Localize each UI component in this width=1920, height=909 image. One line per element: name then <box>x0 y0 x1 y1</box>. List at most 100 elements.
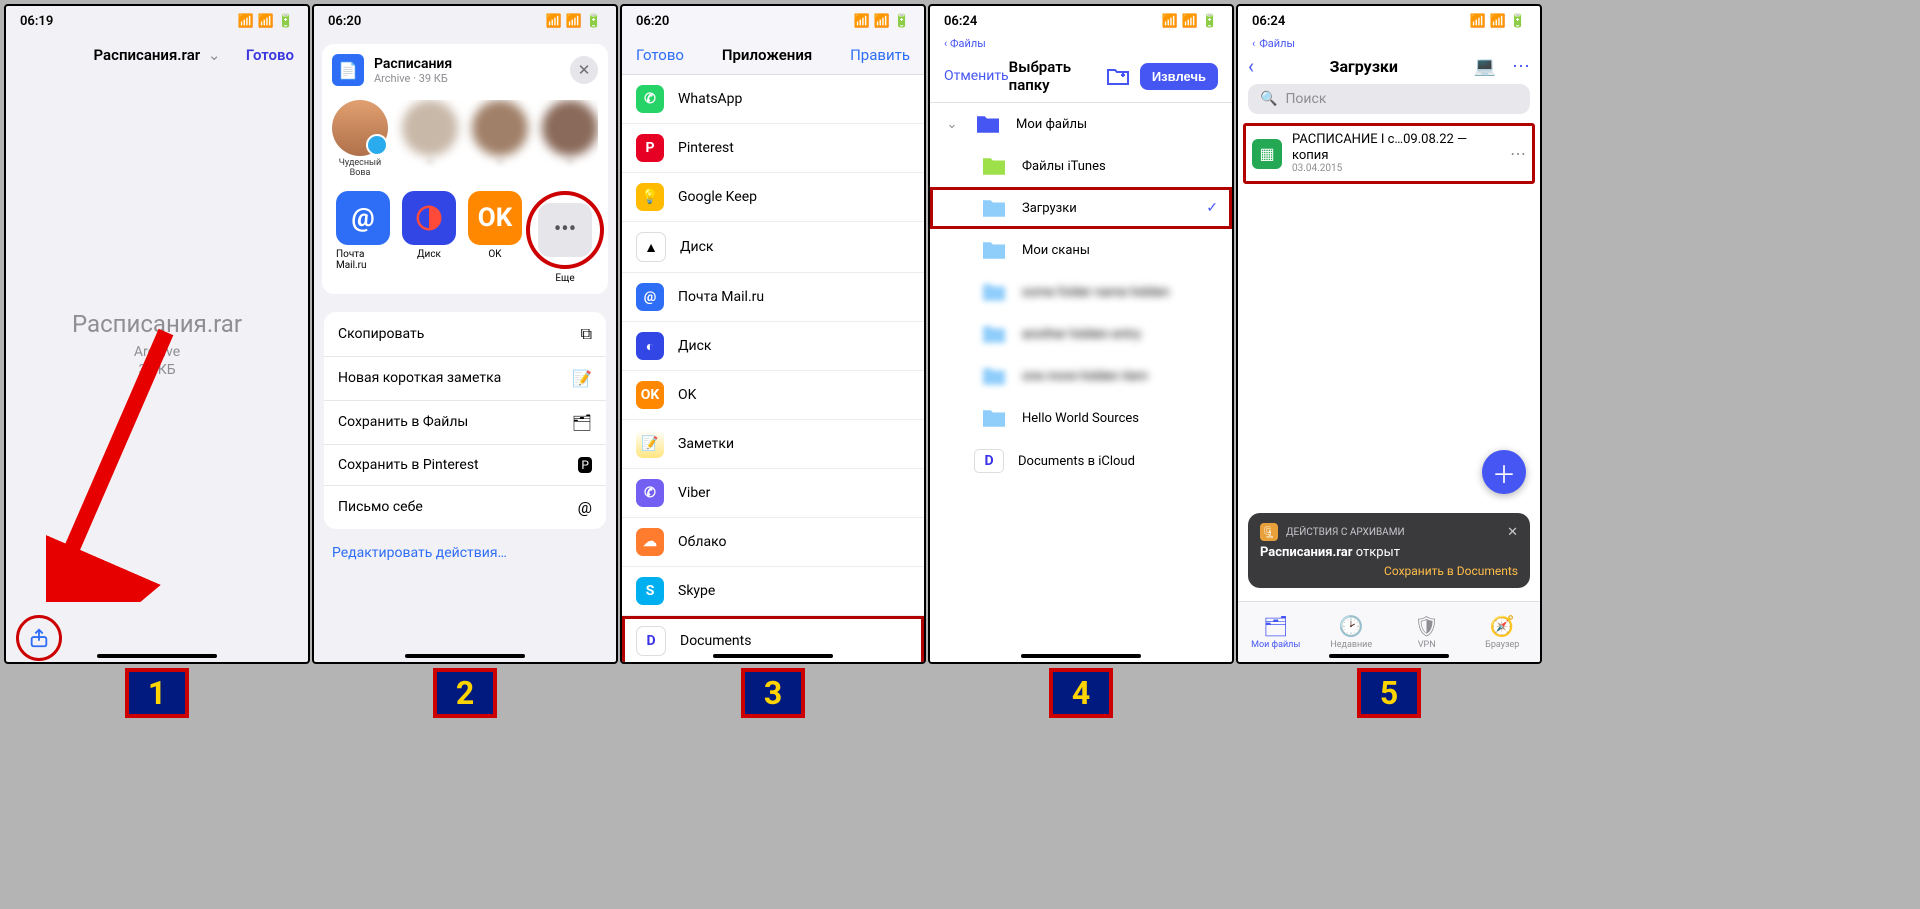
file-more-button[interactable]: ⋯ <box>1510 144 1526 163</box>
action-copy[interactable]: Скопировать⧉ <box>324 312 606 357</box>
compass-icon: 🧭 <box>1490 614 1515 638</box>
share-icon[interactable] <box>28 627 50 649</box>
check-icon: ✓ <box>1206 200 1218 216</box>
tab-bar: 🗂Мои файлы 🕑Недавние 🛡VPN 🧭Браузер <box>1238 601 1540 662</box>
more-icon[interactable]: ⋯ <box>1512 56 1530 77</box>
share-app-mail[interactable]: @Почта Mail.ru <box>336 191 390 271</box>
app-cloud[interactable]: ☁Облако <box>622 518 924 567</box>
action-note[interactable]: Новая короткая заметка📝 <box>324 357 606 401</box>
battery-icon: 🔋 <box>278 14 294 29</box>
folder-itunes[interactable]: Файлы iTunes <box>930 145 1232 187</box>
search-field[interactable]: 🔍 Поиск <box>1248 84 1530 114</box>
nav-title: Приложения <box>722 46 812 64</box>
phone-2: 06:20 📶📶🔋 📄 Расписания Archive · 39 КБ ✕… <box>312 4 618 722</box>
status-icons: 📶📶🔋 <box>853 14 910 29</box>
document-icon: 📄 <box>332 54 364 86</box>
file-name: РАСПИСАНИЕ I c…09.08.22 — копия <box>1292 132 1500 163</box>
app-mailru[interactable]: @Почта Mail.ru <box>622 273 924 322</box>
pinterest-icon: P <box>578 457 592 473</box>
add-button[interactable]: ＋ <box>1482 450 1526 494</box>
tab-recent[interactable]: 🕑Недавние <box>1314 602 1390 662</box>
contact-item[interactable]: Чудесный Вова <box>332 100 388 179</box>
cancel-button[interactable]: Отменить <box>944 68 1009 84</box>
shield-icon: 🛡 <box>1414 614 1439 638</box>
app-google-keep[interactable]: 💡Google Keep <box>622 173 924 222</box>
step-badge: 4 <box>1049 668 1113 718</box>
app-viber[interactable]: ✆Viber <box>622 469 924 518</box>
time-label: 06:20 <box>636 14 669 29</box>
folder-hello-world[interactable]: Hello World Sources <box>930 397 1232 439</box>
back-button[interactable]: ‹ <box>1248 54 1254 78</box>
tab-browser[interactable]: 🧭Браузер <box>1465 602 1541 662</box>
share-app-more[interactable]: ••• Еще <box>534 191 596 284</box>
action-save-files[interactable]: Сохранить в Файлы🗂 <box>324 401 606 445</box>
folder-hidden[interactable]: one more hidden item <box>930 355 1232 397</box>
folder-icon: 🗂 <box>572 413 592 432</box>
app-yandex-disk[interactable]: ◐Диск <box>622 322 924 371</box>
contact-item[interactable]: — <box>402 100 458 179</box>
tab-vpn[interactable]: 🛡VPN <box>1389 602 1465 662</box>
close-button[interactable]: ✕ <box>570 56 598 84</box>
breadcrumb[interactable]: ‹Файлы <box>1238 36 1540 50</box>
telegram-badge-icon <box>366 134 388 156</box>
search-icon: 🔍 <box>1260 91 1277 107</box>
contact-item[interactable]: — <box>472 100 528 179</box>
status-bar: 06:20 📶📶🔋 <box>314 6 616 36</box>
folder-downloads[interactable]: Загрузки✓ <box>930 187 1232 229</box>
laptop-icon[interactable]: 💻 <box>1474 56 1496 77</box>
new-folder-icon[interactable] <box>1106 66 1130 86</box>
status-bar: 06:24 📶📶🔋 <box>930 6 1232 36</box>
folder-hidden[interactable]: some folder name hidden <box>930 271 1232 313</box>
step-badge: 3 <box>741 668 805 718</box>
breadcrumb[interactable]: ‹ Файлы <box>930 36 1232 54</box>
contact-item[interactable]: — <box>542 100 598 179</box>
app-skype[interactable]: SSkype <box>622 567 924 616</box>
folder-icloud[interactable]: DDocuments в iCloud <box>930 439 1232 483</box>
toast-body: Расписания.rar открыт <box>1260 545 1518 560</box>
tab-files[interactable]: 🗂Мои файлы <box>1238 602 1314 662</box>
file-row[interactable]: ▦ РАСПИСАНИЕ I c…09.08.22 — копия 03.04.… <box>1244 124 1534 183</box>
done-button[interactable]: Готово <box>636 46 684 64</box>
at-icon: @ <box>578 498 592 517</box>
app-google-drive[interactable]: ▲Диск <box>622 222 924 273</box>
app-ok[interactable]: OKOK <box>622 371 924 420</box>
toast-close-button[interactable]: ✕ <box>1507 525 1518 540</box>
file-date: 03.04.2015 <box>1292 163 1500 175</box>
folder-hidden[interactable]: another hidden entry <box>930 313 1232 355</box>
toast-notification: 🗜 ДЕЙСТВИЯ С АРХИВАМИ ✕ Расписания.rar о… <box>1248 513 1530 588</box>
status-bar: 06:20 📶📶🔋 <box>622 6 924 36</box>
note-icon: 📝 <box>572 369 592 388</box>
status-icons: 📶📶🔋 <box>1161 14 1218 29</box>
status-icons: 📶📶🔋 <box>545 14 602 29</box>
phone-4: 06:24 📶📶🔋 ‹ Файлы Отменить Выбрать папку… <box>928 4 1234 722</box>
time-label: 06:19 <box>20 14 53 29</box>
status-bar: 06:24 📶📶🔋 <box>1238 6 1540 36</box>
annotation-arrow <box>46 322 186 606</box>
folder-scans[interactable]: Мои сканы <box>930 229 1232 271</box>
share-doc-sub: Archive · 39 КБ <box>374 72 560 85</box>
clock-icon: 🕑 <box>1339 614 1364 638</box>
edit-actions-link[interactable]: Редактировать действия… <box>314 539 616 575</box>
step-badge: 2 <box>433 668 497 718</box>
app-pinterest[interactable]: PPinterest <box>622 124 924 173</box>
chevron-down-icon[interactable]: ⌄ <box>208 46 221 64</box>
folder-root[interactable]: ⌄Мои файлы <box>930 103 1232 145</box>
app-notes[interactable]: 📝Заметки <box>622 420 924 469</box>
nav-title: Загрузки <box>1330 57 1398 76</box>
time-label: 06:24 <box>1252 14 1285 29</box>
share-app-disk[interactable]: Диск <box>402 191 456 260</box>
app-whatsapp[interactable]: ✆WhatsApp <box>622 75 924 124</box>
share-doc-name: Расписания <box>374 56 560 72</box>
action-save-pinterest[interactable]: Сохранить в PinterestP <box>324 445 606 486</box>
toast-action-link[interactable]: Сохранить в Documents <box>1260 564 1518 578</box>
done-button[interactable]: Готово <box>246 46 294 64</box>
action-mail-self[interactable]: Письмо себе@ <box>324 486 606 529</box>
phone-5: 06:24 📶📶🔋 ‹Файлы ‹ Загрузки 💻 ⋯ 🔍 Поиск … <box>1236 4 1542 722</box>
edit-button[interactable]: Править <box>850 46 910 64</box>
share-app-ok[interactable]: OKOK <box>468 191 522 260</box>
phone-3: 06:20 📶📶🔋 Готово Приложения Править ✆Wha… <box>620 4 926 722</box>
home-indicator <box>713 654 833 658</box>
folder-icon: 🗂 <box>1263 614 1288 638</box>
copy-icon: ⧉ <box>581 324 592 344</box>
extract-button[interactable]: Извлечь <box>1140 63 1218 90</box>
